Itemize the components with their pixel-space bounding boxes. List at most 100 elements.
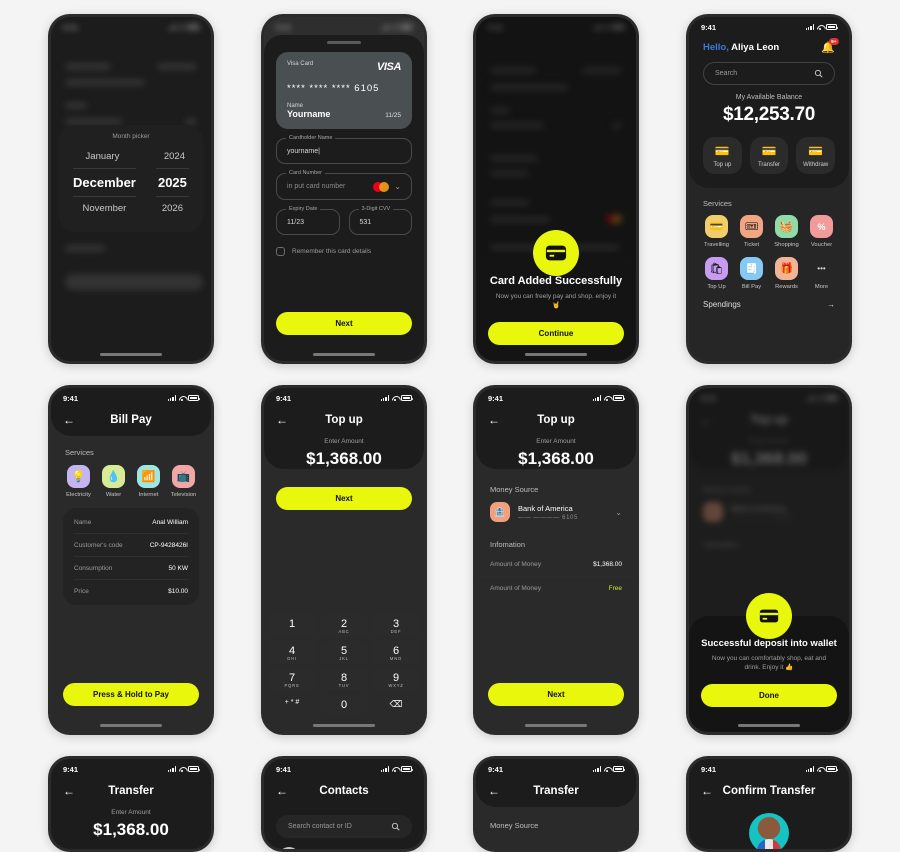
voucher-icon: % xyxy=(810,215,833,238)
search-input[interactable]: Search xyxy=(703,62,835,85)
service-shopping[interactable]: 🧺 Shopping xyxy=(771,215,802,248)
topup-header: 9:41 ← Top up Enter Amount $1,368.00 xyxy=(264,388,424,469)
action-top-up[interactable]: 💳 Top up xyxy=(703,137,742,174)
key-symbols[interactable]: + * # xyxy=(268,695,316,714)
key-5[interactable]: 5 JKL xyxy=(320,641,368,664)
service-travelling[interactable]: 💳 Travelling xyxy=(701,215,732,248)
back-arrow-icon[interactable]: ← xyxy=(701,785,713,797)
month-option[interactable]: November xyxy=(73,196,136,220)
amount-value[interactable]: $1,368.00 xyxy=(476,449,636,469)
remember-checkbox[interactable] xyxy=(276,246,285,256)
status-bar: 9:41 xyxy=(264,759,424,779)
service-voucher[interactable]: % Voucher xyxy=(806,215,837,248)
back-arrow-icon[interactable]: ← xyxy=(488,785,500,797)
year-option-selected[interactable]: 2025 xyxy=(155,168,189,196)
month-option[interactable]: January xyxy=(59,145,146,168)
key-0[interactable]: 0 xyxy=(320,695,368,714)
search-icon xyxy=(391,822,400,831)
key-backspace[interactable]: ⌫ xyxy=(372,695,420,714)
service-top-up[interactable]: 🛍 Top Up xyxy=(701,257,732,290)
electricity-icon: 💡 xyxy=(67,465,90,488)
key-1[interactable]: 1 xyxy=(268,614,316,637)
remember-card-row[interactable]: Remember this card details xyxy=(276,246,412,256)
status-icons xyxy=(167,766,201,772)
sheet-drag-handle[interactable] xyxy=(327,41,361,44)
cvv-field[interactable]: 3-Digit CVV 531 xyxy=(348,205,412,235)
key-8[interactable]: 8 TUV xyxy=(320,668,368,691)
cardholder-name-input[interactable]: yourname| xyxy=(287,148,320,155)
key-2[interactable]: 2 ABC xyxy=(320,614,368,637)
back-arrow-icon[interactable]: ← xyxy=(276,785,288,797)
next-button[interactable]: Next xyxy=(276,487,412,510)
back-arrow-icon[interactable]: ← xyxy=(488,414,500,426)
card-number-input[interactable]: in put card number xyxy=(287,183,345,190)
continue-button[interactable]: Continue xyxy=(488,321,624,345)
cardholder-name-field[interactable]: Cardholder Name yourname| xyxy=(276,134,412,164)
key-9[interactable]: 9 WXYZ xyxy=(372,668,420,691)
money-source-selector[interactable]: 🏦 Bank of America —— ———— 6105 ⌄ xyxy=(476,494,636,522)
service-more[interactable]: ••• More xyxy=(806,257,837,290)
phone-home: 9:41 Hello, Aliya Leon 🔔 9+ Search My Av… xyxy=(686,14,852,364)
chevron-down-icon[interactable]: ⌄ xyxy=(615,508,622,517)
spendings-row[interactable]: Spendings → xyxy=(689,290,849,309)
action-transfer[interactable]: 💳 Transfer xyxy=(749,137,789,174)
amount-value[interactable]: $1,368.00 xyxy=(264,449,424,469)
year-option[interactable]: 2026 xyxy=(155,196,189,220)
screen-contacts: 9:41 ← Contacts Search contact or ID xyxy=(264,759,424,849)
contact-search-input[interactable]: Search contact or ID xyxy=(276,815,412,838)
home-indicator xyxy=(100,724,162,727)
bank-account-number: —— ———— 6105 xyxy=(518,514,578,521)
table-row: Amount of Money $1,368.00 xyxy=(476,553,636,577)
next-button[interactable]: Next xyxy=(488,683,624,706)
arrow-right-icon[interactable]: → xyxy=(827,300,835,309)
back-arrow-icon[interactable]: ← xyxy=(63,414,75,426)
month-picker-modal[interactable]: Month picker January December November 2… xyxy=(59,125,203,232)
card-type-label: Visa Card xyxy=(287,60,314,67)
service-internet[interactable]: 📶 Internet xyxy=(133,465,164,498)
service-ticket[interactable]: 🎟 Ticket xyxy=(736,215,767,248)
service-label: More xyxy=(814,284,829,290)
card-number-field[interactable]: Card Number in put card number ⌄ xyxy=(276,169,412,200)
back-arrow-icon[interactable]: ← xyxy=(276,414,288,426)
service-electricity[interactable]: 💡 Electricity xyxy=(63,465,94,498)
key-3[interactable]: 3 DEF xyxy=(372,614,420,637)
next-button[interactable]: Next xyxy=(276,312,412,335)
notification-bell-icon[interactable]: 🔔 9+ xyxy=(821,38,839,54)
amount-value[interactable]: $1,368.00 xyxy=(51,820,211,840)
spendings-label: Spendings xyxy=(703,300,741,309)
service-bill-pay[interactable]: 🧾 Bill Pay xyxy=(736,257,767,290)
year-column[interactable]: 2024 2025 2026 xyxy=(146,145,203,220)
bill-services-grid: 💡 Electricity 💧 Water 📶 Internet 📺 Telev… xyxy=(51,457,211,498)
screen-gallery: 9:41 Month picker January December Novem… xyxy=(0,0,900,852)
action-withdraw[interactable]: 💳 Withdraw xyxy=(796,137,836,174)
expiry-date-field[interactable]: Expiry Date 11/23 xyxy=(276,205,340,235)
chevron-down-icon[interactable]: ⌄ xyxy=(394,182,401,191)
signal-icon xyxy=(805,766,814,772)
row-key: Customer's code xyxy=(74,541,123,549)
more-icon: ••• xyxy=(817,264,826,273)
back-arrow-icon[interactable]: ← xyxy=(63,785,75,797)
cvv-input[interactable]: 531 xyxy=(360,219,372,226)
done-button[interactable]: Done xyxy=(701,683,837,707)
nav-bar: ← Transfer xyxy=(51,779,211,807)
expiry-date-label: Expiry Date xyxy=(286,205,321,212)
service-television[interactable]: 📺 Television xyxy=(168,465,199,498)
key-6[interactable]: 6 MNO xyxy=(372,641,420,664)
home-indicator xyxy=(313,724,375,727)
screen-add-card: 9:41 Visa Card VISA **** **** **** 6105 xyxy=(264,17,424,361)
row-key: Amount of Money xyxy=(490,561,541,568)
service-rewards[interactable]: 🎁 Rewards xyxy=(771,257,802,290)
card-brand-selector[interactable]: ⌄ xyxy=(373,181,401,192)
key-7[interactable]: 7 PQRS xyxy=(268,668,316,691)
signal-icon xyxy=(167,395,176,401)
service-water[interactable]: 💧 Water xyxy=(98,465,129,498)
status-bar: 9:41 xyxy=(689,17,849,37)
year-option[interactable]: 2024 xyxy=(146,145,203,168)
bill-pay-icon: 🧾 xyxy=(740,257,763,280)
nav-bar: ← Contacts xyxy=(264,779,424,807)
press-hold-pay-button[interactable]: Press & Hold to Pay xyxy=(63,683,199,706)
month-option-selected[interactable]: December xyxy=(73,168,136,196)
key-4[interactable]: 4 GHI xyxy=(268,641,316,664)
expiry-date-input[interactable]: 11/23 xyxy=(287,219,304,226)
month-column[interactable]: January December November xyxy=(59,145,146,220)
